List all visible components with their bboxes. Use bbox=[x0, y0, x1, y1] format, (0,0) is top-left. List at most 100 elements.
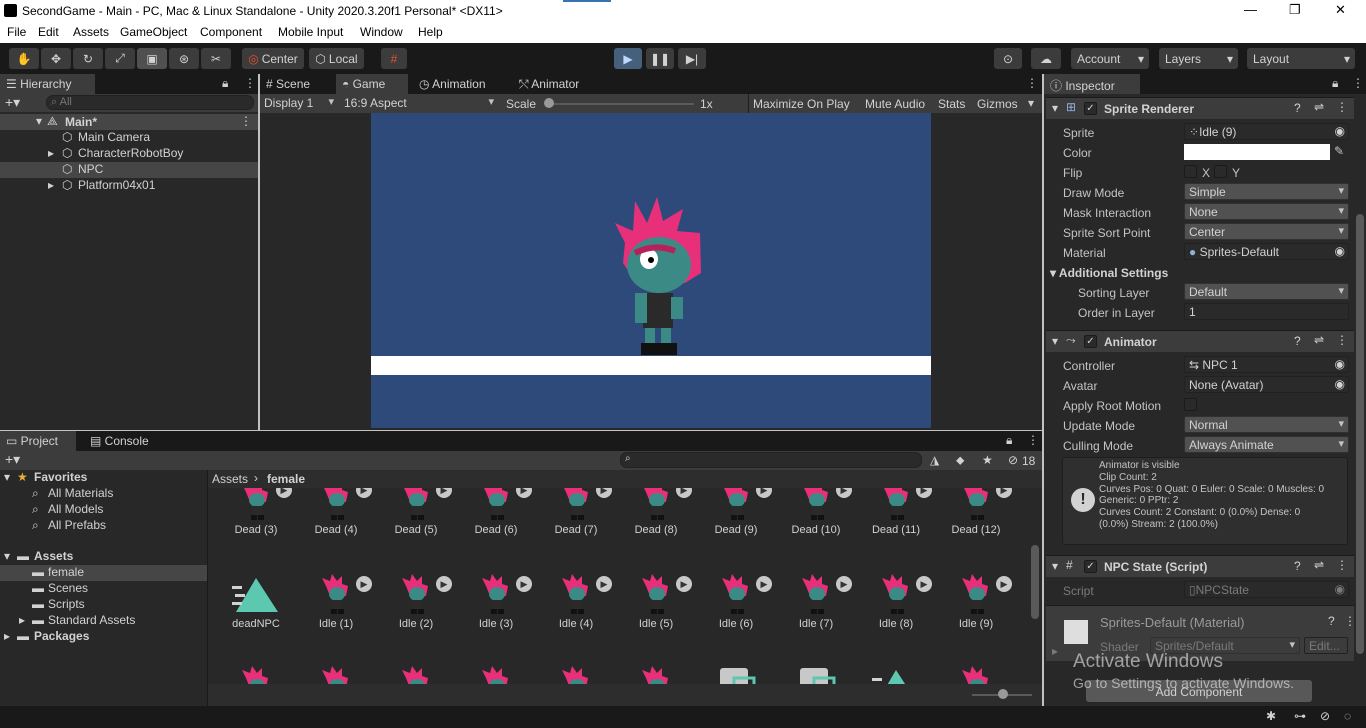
more-icon[interactable]: ⋮ bbox=[1344, 614, 1356, 628]
collapse-arrow-icon[interactable]: ▾ bbox=[1050, 266, 1059, 280]
transform-tool-icon[interactable]: ⊛ bbox=[169, 48, 199, 69]
filter-by-label-icon[interactable]: ⬥ bbox=[956, 453, 964, 468]
asset-tile[interactable] bbox=[536, 660, 616, 684]
lock-icon[interactable]: 🔒︎ bbox=[222, 76, 228, 91]
hierarchy-item[interactable]: ▸ ⬡ CharacterRobotBoy bbox=[0, 146, 258, 162]
hierarchy-item[interactable]: ▸ ⬡ Platform04x01 bbox=[0, 178, 258, 194]
menu-help[interactable]: Help bbox=[418, 25, 443, 39]
play-preview-icon[interactable]: ▶ bbox=[436, 488, 452, 498]
culling-mode-dropdown[interactable]: Always Animate bbox=[1184, 436, 1349, 453]
order-in-layer-input[interactable]: 1 bbox=[1184, 303, 1349, 320]
sorting-layer-dropdown[interactable]: Default bbox=[1184, 283, 1349, 300]
cloud-icon[interactable]: ☁ bbox=[1031, 48, 1061, 69]
play-preview-icon[interactable]: ▶ bbox=[916, 576, 932, 592]
tab-project[interactable]: ▭ Project bbox=[0, 431, 76, 451]
menu-mobile-input[interactable]: Mobile Input bbox=[278, 25, 343, 39]
help-icon[interactable]: ? bbox=[1294, 334, 1301, 348]
breadcrumb-assets[interactable]: Assets bbox=[212, 472, 248, 486]
asset-tile[interactable] bbox=[296, 660, 376, 684]
menu-gameobject[interactable]: GameObject bbox=[120, 25, 187, 39]
sprite-renderer-enabled-checkbox[interactable]: ✓ bbox=[1084, 102, 1097, 115]
breadcrumb-female[interactable]: female bbox=[267, 472, 305, 486]
presets-icon[interactable]: ⇌ bbox=[1314, 558, 1324, 572]
expand-arrow-icon[interactable]: ▸ bbox=[19, 613, 25, 627]
progress-icon[interactable]: ◌ bbox=[1344, 709, 1351, 723]
asset-tile[interactable]: ▶ Idle (5) bbox=[616, 568, 696, 658]
expand-arrow-icon[interactable]: ▸ bbox=[1052, 644, 1058, 658]
help-icon[interactable]: ? bbox=[1294, 559, 1301, 573]
asset-tile[interactable] bbox=[856, 660, 936, 684]
add-icon[interactable]: +▾ bbox=[5, 451, 20, 468]
scene-row[interactable]: ▾ ⟁ Main* ⋮ bbox=[0, 114, 258, 130]
asset-tile[interactable] bbox=[376, 660, 456, 684]
controller-field[interactable]: ⇆ NPC 1 ◉ bbox=[1184, 356, 1349, 373]
hierarchy-item-selected[interactable]: ⬡ NPC bbox=[0, 162, 258, 178]
hand-tool-icon[interactable]: ✋ bbox=[9, 48, 39, 69]
help-icon[interactable]: ? bbox=[1294, 101, 1301, 115]
scene-more-icon[interactable]: ⋮ bbox=[240, 114, 252, 128]
play-preview-icon[interactable]: ▶ bbox=[756, 488, 772, 498]
rotate-tool-icon[interactable]: ↻ bbox=[73, 48, 103, 69]
tree-packages[interactable]: ▸ ▬ Packages bbox=[0, 629, 207, 645]
tab-hierarchy[interactable]: ☰ Hierarchy bbox=[0, 74, 95, 94]
pivot-center-button[interactable]: ◎ Center bbox=[242, 48, 304, 69]
tab-scene[interactable]: # Scene bbox=[260, 74, 332, 94]
shader-edit-button[interactable]: Edit... bbox=[1304, 637, 1348, 654]
asset-tile[interactable]: ▶ Dead (11) bbox=[856, 488, 936, 564]
asset-tile[interactable]: ▶ Dead (3) bbox=[216, 488, 296, 564]
npc-state-header[interactable]: ▾ # ✓ NPC State (Script) ? ⇌ ⋮ bbox=[1046, 555, 1354, 577]
asset-tile[interactable]: ▶ Idle (6) bbox=[696, 568, 776, 658]
collapse-arrow-icon[interactable]: ▾ bbox=[1052, 101, 1058, 115]
expand-arrow-icon[interactable]: ▾ bbox=[36, 114, 42, 128]
asset-tile[interactable] bbox=[216, 660, 296, 684]
tree-favorites[interactable]: ▾ ★ Favorites bbox=[0, 470, 207, 486]
maximize-button[interactable]: ❐ bbox=[1289, 2, 1301, 18]
chevron-down-icon[interactable]: ▾ bbox=[1028, 96, 1034, 110]
play-preview-icon[interactable]: ▶ bbox=[356, 576, 372, 592]
scale-tool-icon[interactable]: ⤢ bbox=[105, 48, 135, 69]
zoom-slider-thumb[interactable] bbox=[998, 689, 1008, 699]
color-swatch[interactable] bbox=[1184, 144, 1330, 160]
play-preview-icon[interactable]: ▶ bbox=[516, 488, 532, 498]
asset-tile[interactable]: ▶ Idle (4) bbox=[536, 568, 616, 658]
apply-root-motion-checkbox[interactable] bbox=[1184, 398, 1197, 411]
more-icon[interactable]: ⋮ bbox=[1336, 100, 1348, 114]
play-preview-icon[interactable]: ▶ bbox=[996, 488, 1012, 498]
tab-inspector[interactable]: ⓘ Inspector bbox=[1044, 74, 1140, 94]
object-picker-icon[interactable]: ◉ bbox=[1335, 124, 1345, 138]
asset-tile[interactable]: ▶ Dead (8) bbox=[616, 488, 696, 564]
flip-y-checkbox[interactable] bbox=[1214, 165, 1227, 178]
asset-tile[interactable] bbox=[696, 660, 776, 684]
account-dropdown[interactable]: Account ▾ bbox=[1071, 48, 1149, 69]
asset-tile[interactable] bbox=[936, 660, 1016, 684]
animator-header[interactable]: ▾ ⤳ ✓ Animator ? ⇌ ⋮ bbox=[1046, 330, 1354, 352]
filter-by-type-icon[interactable]: ◮ bbox=[930, 453, 939, 467]
grid-snap-icon[interactable]: # bbox=[381, 48, 407, 69]
menu-window[interactable]: Window bbox=[360, 25, 403, 39]
debug-mode-icon[interactable]: ⊘ bbox=[1320, 709, 1330, 723]
expand-arrow-icon[interactable]: ▸ bbox=[4, 629, 10, 643]
sprite-field[interactable]: ⁘Idle (9) ◉ bbox=[1184, 123, 1349, 140]
sprite-sort-point-dropdown[interactable]: Center bbox=[1184, 223, 1349, 240]
pivot-local-button[interactable]: ⬡ Local bbox=[309, 48, 364, 69]
tab-animator[interactable]: ⤲ Animator bbox=[513, 74, 605, 94]
more-icon[interactable]: ⋮ bbox=[244, 76, 256, 90]
add-icon[interactable]: +▾ bbox=[5, 94, 20, 111]
asset-tile[interactable]: ▶ Idle (9) bbox=[936, 568, 1016, 658]
asset-tile[interactable]: ▶ Idle (3) bbox=[456, 568, 536, 658]
npc-state-enabled-checkbox[interactable]: ✓ bbox=[1084, 560, 1097, 573]
asset-tile[interactable]: ▶ Idle (8) bbox=[856, 568, 936, 658]
asset-tile[interactable] bbox=[776, 660, 856, 684]
collab-icon[interactable]: ⊙ bbox=[994, 48, 1022, 69]
asset-tile[interactable]: ▶ Dead (5) bbox=[376, 488, 456, 564]
pause-button[interactable]: ❚❚ bbox=[646, 48, 674, 69]
tree-item[interactable]: ⌕ All Materials bbox=[0, 486, 207, 502]
asset-tile[interactable] bbox=[616, 660, 696, 684]
play-button[interactable]: ▶ bbox=[614, 48, 642, 69]
asset-tile[interactable]: ▶ Idle (2) bbox=[376, 568, 456, 658]
tree-item[interactable]: ▸ ▬ Standard Assets bbox=[0, 613, 207, 629]
stats-toggle[interactable]: Stats bbox=[938, 97, 965, 111]
menu-component[interactable]: Component bbox=[200, 25, 262, 39]
play-preview-icon[interactable]: ▶ bbox=[276, 488, 292, 498]
layout-dropdown[interactable]: Layout ▾ bbox=[1247, 48, 1355, 69]
